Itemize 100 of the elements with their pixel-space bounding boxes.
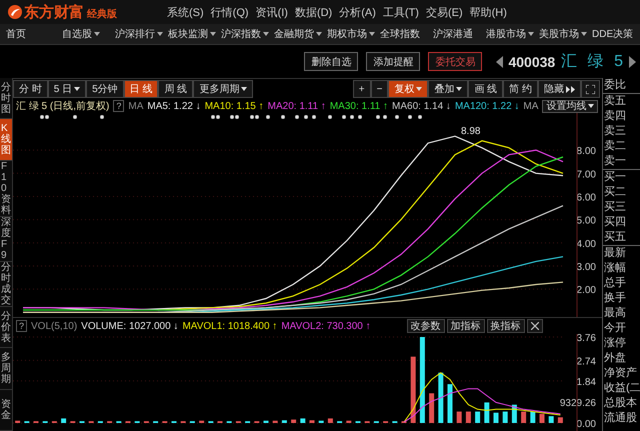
legend-item: MAVOL2: 730.300 ↑ (281, 320, 371, 332)
period-tab[interactable]: 周 线 (158, 80, 194, 98)
app-logo-text: 东方财富 (24, 2, 84, 22)
side-tab[interactable]: 深度F9 (0, 216, 12, 262)
indicator-button[interactable]: 改参数 (406, 319, 445, 333)
quote-label: 买三 (603, 200, 627, 215)
menu-item[interactable]: 系统(S) (167, 4, 204, 20)
volume-bar (15, 420, 20, 423)
menu-item[interactable]: 分析(A) (339, 4, 376, 20)
legend-item: MA20: 1.11 ↑ (268, 100, 326, 112)
volume-bar (548, 416, 554, 423)
caret-icon (456, 87, 462, 91)
volume-bar (558, 417, 563, 423)
side-tab[interactable]: 分时图 (0, 78, 12, 120)
quote-label: 流通股 (603, 411, 638, 426)
tool-button[interactable]: 简 约 (503, 80, 538, 98)
tool-button[interactable]: 复权 (388, 80, 428, 98)
action-button[interactable]: 删除自选 (304, 52, 358, 71)
settings-dropdown[interactable]: 设置均线 (542, 100, 598, 112)
axis-label: 3.76 (576, 334, 596, 344)
quote-label: 今开 (603, 321, 627, 336)
quote-label: 委比 (603, 78, 627, 93)
tool-button[interactable]: 画 线 (468, 80, 504, 98)
axis-label: 2.74 (576, 356, 596, 368)
volume-bar (456, 412, 462, 423)
tool-button[interactable]: 叠加 (428, 80, 468, 98)
side-tab[interactable]: 资金 (0, 390, 12, 431)
menu-item[interactable]: 帮助(H) (470, 4, 507, 20)
volume-bar (502, 412, 508, 423)
quote-label: 涨幅 (603, 261, 627, 276)
period-tab[interactable]: 分 时 (13, 80, 48, 98)
volume-bar (61, 418, 66, 423)
nav-tab[interactable]: 板块监测 (168, 27, 221, 41)
nav-tab[interactable]: 全球指数 (380, 27, 433, 41)
volume-bar (494, 412, 498, 423)
nav-tab[interactable]: 沪深排行 (115, 27, 168, 41)
axis-label: 6.00 (576, 192, 596, 204)
tool-button[interactable]: − (370, 80, 388, 98)
quote-label: 买二 (603, 185, 627, 200)
trade-button[interactable]: 委托交易 (428, 52, 482, 71)
previous-icon[interactable] (496, 56, 504, 68)
quote-label: 换手 (603, 291, 627, 306)
side-tab[interactable]: 分时成交 (0, 262, 12, 307)
stock-name: 汇 绿 5 (561, 52, 623, 72)
tool-button[interactable]: + (352, 80, 371, 98)
volume-bar (328, 418, 333, 423)
legend-item: MA10: 1.15 ↑ (204, 100, 264, 112)
help-button[interactable]: ? (16, 320, 28, 332)
period-tab[interactable]: 更多周期 (193, 80, 254, 98)
volume-bar (512, 404, 517, 423)
close-button[interactable] (526, 319, 543, 333)
volume-bar (448, 384, 452, 423)
axis-label: 0.00 (576, 419, 596, 430)
nav-tab[interactable]: 首页 (6, 27, 62, 41)
period-tab[interactable]: 5 日 (48, 80, 86, 98)
menu-item[interactable]: 工具(T) (382, 4, 419, 20)
nav-tab[interactable]: 美股市场 (539, 27, 592, 41)
fullscreen-button[interactable] (581, 80, 600, 98)
menu-item[interactable]: 交易(E) (426, 4, 463, 20)
nav-tab[interactable]: 沪深指数 (221, 27, 274, 41)
quote-label: 收益(二 (603, 381, 640, 396)
nav-tab[interactable]: 沪深港通 (433, 27, 486, 41)
nav-tab[interactable]: 港股市场 (486, 27, 539, 41)
volume-bar (521, 412, 526, 423)
quote-label: 总手 (603, 276, 627, 291)
hide-button[interactable]: 隐藏 (538, 80, 581, 98)
nav-tab[interactable]: 自选股 (62, 27, 115, 41)
axis-label: 3.00 (576, 262, 596, 273)
caret-icon (416, 87, 422, 91)
next-icon[interactable] (629, 56, 636, 68)
side-tab[interactable]: 多周期 (0, 348, 12, 390)
volume-bar (300, 418, 306, 423)
legend-item: MA60: 1.14 ↓ (392, 100, 451, 112)
action-button[interactable]: 添加提醒 (366, 52, 420, 71)
fullscreen-icon (586, 84, 595, 94)
volume-bar (264, 420, 268, 423)
legend-item: MAVOL1: 1018.400 ↑ (182, 320, 278, 332)
axis-label: 8.00 (576, 146, 596, 158)
nav-tab[interactable]: DDE决策 (592, 27, 640, 41)
caret-icon (588, 104, 594, 108)
indicator-name: VOL(5,10) (31, 320, 78, 332)
menu-item[interactable]: 数据(D) (294, 4, 332, 20)
menu-item[interactable]: 资讯(I) (256, 4, 288, 20)
logo-icon (8, 5, 22, 19)
nav-tab[interactable]: 期权市场 (327, 27, 380, 41)
quote-label: 外盘 (603, 351, 627, 366)
indicator-button[interactable]: 换指标 (486, 319, 525, 333)
period-tab[interactable]: 5分钟 (86, 80, 124, 98)
help-button[interactable]: ? (113, 100, 124, 112)
stock-code: 400038 (508, 54, 556, 70)
side-tab[interactable]: F10资料 (0, 160, 12, 217)
menu-item[interactable]: 行情(Q) (210, 4, 249, 20)
quote-label: 卖一 (603, 154, 627, 169)
indicator-button[interactable]: 加指标 (446, 319, 485, 333)
nav-tab[interactable]: 金融期货 (274, 27, 327, 41)
double-arrow-icon (566, 86, 575, 92)
side-tab[interactable]: K线图 (0, 119, 12, 161)
axis-label: 1.84 (576, 376, 596, 388)
period-tab[interactable]: 日 线 (124, 80, 158, 98)
side-tab[interactable]: 分价表 (0, 306, 12, 348)
